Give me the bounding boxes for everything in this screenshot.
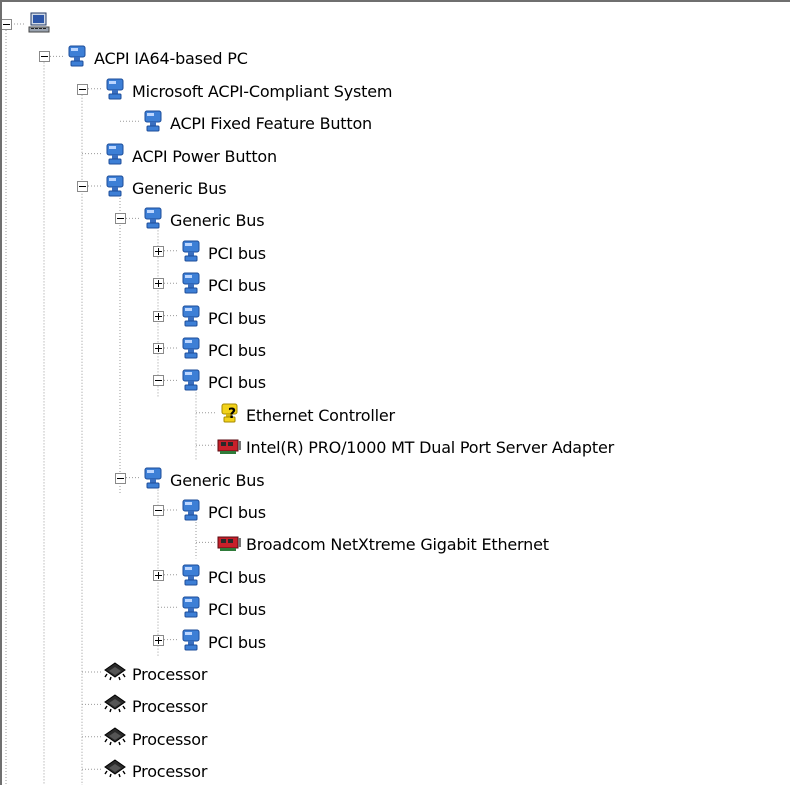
tree-node-gbus-2[interactable]: Generic Bus (2, 206, 788, 236)
collapse-minus-icon[interactable] (2, 19, 12, 30)
tree-node-label: PCI bus (208, 567, 266, 587)
tree-node-label: Generic Bus (132, 179, 227, 198)
device-node-icon (178, 497, 204, 523)
tree-node-label: PCI bus (208, 373, 266, 393)
device-node-icon (178, 303, 204, 329)
expand-plus-icon[interactable] (153, 343, 164, 354)
tree-node-pci-9[interactable]: PCI bus (2, 628, 788, 658)
tree-node-label: Intel(R) PRO/1000 MT Dual Port Server Ad… (246, 438, 614, 458)
device-node-icon (102, 141, 128, 167)
expand-plus-icon[interactable] (153, 310, 164, 322)
tree-node-intel-nic[interactable]: Intel(R) PRO/1000 MT Dual Port Server Ad… (2, 433, 788, 463)
tree-node-ms-acpi[interactable]: Microsoft ACPI-Compliant System (2, 77, 788, 107)
collapse-minus-icon[interactable] (153, 505, 164, 516)
tree-node-pci-2[interactable]: PCI bus (2, 271, 788, 301)
device-node-icon (140, 465, 166, 491)
tree-node-label: Ethernet Controller (246, 405, 395, 425)
processor-chip-icon (102, 691, 128, 717)
svg-text:?: ? (228, 406, 236, 422)
tree-node-gbus-3[interactable]: Generic Bus (2, 466, 788, 496)
collapse-minus-icon[interactable] (77, 83, 88, 95)
collapse-minus-icon[interactable] (115, 472, 126, 484)
tree-node-cpu-3[interactable]: Processor (2, 725, 788, 755)
network-card-icon (216, 432, 242, 458)
tree-node-label: PCI bus (208, 600, 266, 620)
tree-node-cpu-1[interactable]: Processor (2, 660, 788, 690)
expand-plus-icon[interactable] (153, 278, 164, 290)
device-node-icon (178, 627, 204, 653)
tree-node-pci-7[interactable]: PCI bus (2, 563, 788, 593)
tree-node-pci-5[interactable]: PCI bus (2, 368, 788, 398)
unknown-device-warning-icon: ? (216, 400, 242, 426)
device-node-icon (140, 108, 166, 134)
tree-node-label: PCI bus (208, 632, 266, 652)
tree-node-label: Processor (132, 729, 208, 749)
tree-node-acpi-pc[interactable]: ACPI IA64-based PC (2, 44, 788, 74)
tree-node-label: Microsoft ACPI-Compliant System (132, 81, 393, 101)
network-card-icon (216, 529, 242, 555)
tree-node-power-btn[interactable]: ACPI Power Button (2, 142, 788, 172)
tree-node-pci-6[interactable]: PCI bus (2, 498, 788, 528)
device-node-icon (102, 173, 128, 199)
tree-node-cpu-4[interactable]: Processor (2, 757, 788, 785)
tree-node-label: Processor (132, 697, 208, 717)
tree-node-fixed-btn[interactable]: ACPI Fixed Feature Button (2, 109, 788, 139)
device-node-icon (140, 205, 166, 231)
collapse-minus-icon[interactable] (153, 375, 164, 387)
expand-plus-icon[interactable] (153, 245, 164, 257)
collapse-minus-icon[interactable] (77, 181, 88, 192)
tree-node-root[interactable] (2, 12, 788, 42)
device-tree: ACPI IA64-based PC Microsoft ACPI-Compli… (2, 2, 790, 785)
tree-node-label: Broadcom NetXtreme Gigabit Ethernet (246, 535, 549, 555)
device-node-icon (64, 43, 90, 69)
tree-node-label: PCI bus (208, 276, 266, 296)
tree-node-label: Generic Bus (170, 470, 265, 490)
device-node-icon (178, 562, 204, 588)
expand-plus-icon[interactable] (153, 569, 164, 581)
tree-node-pci-8[interactable]: PCI bus (2, 595, 788, 625)
tree-node-gbus-1[interactable]: Generic Bus (2, 174, 788, 204)
device-node-icon (178, 335, 204, 361)
tree-node-pci-4[interactable]: PCI bus (2, 336, 788, 366)
tree-node-label: ACPI IA64-based PC (94, 49, 248, 69)
processor-chip-icon (102, 659, 128, 685)
computer-icon (26, 11, 52, 37)
processor-chip-icon (102, 724, 128, 750)
tree-node-eth-ctrl[interactable]: ? Ethernet Controller (2, 401, 788, 431)
tree-node-pci-1[interactable]: PCI bus (2, 239, 788, 269)
tree-node-label: Processor (132, 762, 208, 782)
tree-node-cpu-2[interactable]: Processor (2, 692, 788, 722)
collapse-minus-icon[interactable] (39, 51, 50, 63)
device-node-icon (178, 270, 204, 296)
expand-plus-icon[interactable] (153, 634, 164, 646)
tree-node-bcm-nic[interactable]: Broadcom NetXtreme Gigabit Ethernet (2, 530, 788, 560)
tree-node-label: Generic Bus (170, 211, 265, 231)
tree-node-label: ACPI Power Button (132, 146, 277, 166)
tree-node-label: PCI bus (208, 308, 266, 328)
device-node-icon (178, 594, 204, 620)
tree-node-label: PCI bus (208, 503, 266, 522)
tree-node-label: PCI bus (208, 341, 266, 360)
collapse-minus-icon[interactable] (115, 213, 126, 225)
device-node-icon (178, 367, 204, 393)
tree-node-label: Processor (132, 665, 208, 684)
device-node-icon (102, 76, 128, 102)
processor-chip-icon (102, 756, 128, 782)
device-tree-panel: ACPI IA64-based PC Microsoft ACPI-Compli… (0, 0, 790, 785)
tree-node-label: ACPI Fixed Feature Button (170, 114, 372, 134)
tree-node-pci-3[interactable]: PCI bus (2, 304, 788, 334)
device-node-icon (178, 238, 204, 264)
tree-node-label: PCI bus (208, 243, 266, 263)
